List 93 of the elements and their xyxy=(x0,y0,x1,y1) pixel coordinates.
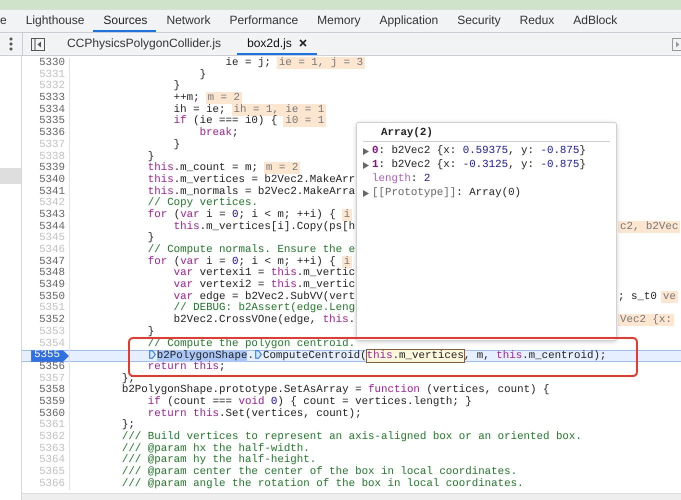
code-text: ih = ie; xyxy=(174,104,226,116)
hovered-expression[interactable]: this.m_vertices xyxy=(366,350,464,362)
code-text: ; s_t0 xyxy=(618,290,657,303)
line-number[interactable]: 5359 xyxy=(39,396,69,409)
property-entry[interactable]: [[Prototype]]: Array(0) xyxy=(372,187,522,199)
code-text: b2PolygonShape.prototype.SetAsArray = function (vertices, count) { xyxy=(122,384,550,396)
step-marker-icon[interactable] xyxy=(148,350,156,360)
inline-value: ve xyxy=(660,290,678,303)
code-text: } xyxy=(174,80,180,92)
line-number[interactable]: 5347 xyxy=(39,256,69,268)
code-text: var vertexi2 = this.m_vertic xyxy=(174,279,356,292)
inline-value: m = 2 xyxy=(264,162,300,174)
code-text: } xyxy=(148,326,154,338)
more-icon[interactable] xyxy=(9,37,13,51)
line-number[interactable]: 5335 xyxy=(39,116,69,128)
line-number[interactable]: 5339 xyxy=(39,163,69,175)
code-text: ie = j; xyxy=(226,57,271,69)
code-text: // Compute normals. Ensure the e xyxy=(148,244,356,256)
line-number[interactable]: 5349 xyxy=(39,280,69,292)
code-text: if (ie === i0) { xyxy=(174,115,278,128)
code-text: /// @param hy the half-height. xyxy=(122,454,316,466)
code-text: this.m_normals = b2Vec2.MakeArra xyxy=(148,186,356,198)
code-text: // Copy vertices. xyxy=(148,197,258,210)
code-text: } xyxy=(200,68,206,81)
code-text: this.m_vertices[i].Copy(ps[h xyxy=(174,220,356,233)
code-text: this.m_vertices = b2Vec2.MakeArr xyxy=(148,174,356,186)
line-number[interactable]: 5333 xyxy=(39,93,69,105)
code-text: /// @param hx the half-width. xyxy=(122,442,310,455)
tooltip-title: Array(2) xyxy=(363,127,610,142)
line-number[interactable]: 5334 xyxy=(39,104,69,116)
inline-value: m = 2 xyxy=(206,92,242,104)
panel-tab[interactable]: e xyxy=(0,10,16,32)
code-text: ++m; xyxy=(174,92,200,104)
property-entry[interactable]: 0: b2Vec2 {x: 0.59375, y: -0.875} xyxy=(372,145,586,157)
paused-expression: b2PolygonShape xyxy=(156,350,248,362)
code-text: ComputeCentroid( xyxy=(262,350,367,362)
inline-value: Vec2 {x: xyxy=(618,314,674,326)
file-tab[interactable]: CCPhysicsPolygonCollider.js xyxy=(57,33,232,55)
code-text: } xyxy=(174,138,180,151)
panel-tab[interactable]: AdBlock xyxy=(563,10,626,32)
code-text: , m, this.m_centroid); xyxy=(464,350,606,362)
panel-tab[interactable]: Memory xyxy=(307,10,370,32)
code-text: break; xyxy=(200,127,238,140)
code-text: this.m_count = m; xyxy=(148,162,258,174)
code-text: /// Build vertices to represent an axis-aligned box or an oriented box. xyxy=(122,431,582,443)
line-number[interactable]: 5358 xyxy=(39,385,69,397)
inline-value: c2, b2Vec xyxy=(618,220,680,233)
horizontal-scrollbar[interactable] xyxy=(22,493,681,500)
code-text: /// @param center the center of the box in local coordinates. xyxy=(122,466,518,478)
inline-value: ih = 1, ie = 1 xyxy=(232,104,326,116)
close-icon[interactable] xyxy=(298,39,307,47)
property-entry[interactable]: 1: b2Vec2 {x: -0.3125, y: -0.875} xyxy=(372,159,586,171)
code-text: }; xyxy=(122,419,135,432)
panel-tab[interactable]: Lighthouse xyxy=(16,10,94,32)
code-text: b2Vec2.CrossVOne(edge, this. xyxy=(174,314,356,326)
line-number[interactable]: 5336 xyxy=(39,128,69,140)
expand-arrow-icon[interactable] xyxy=(363,190,369,196)
code-text: var vertexi1 = this.m_vertic xyxy=(174,267,356,280)
sidebar-toggle-icon[interactable] xyxy=(31,38,45,51)
inline-value: ie = 1, j = 3 xyxy=(276,57,366,69)
inline-value: i0 = 1 xyxy=(283,115,326,128)
line-number[interactable]: 5356 xyxy=(39,362,69,374)
line-number[interactable]: 5330 xyxy=(39,58,69,70)
code-text: return this.Set(vertices, count); xyxy=(148,408,362,420)
property-entry[interactable]: length: 2 xyxy=(372,173,430,185)
code-text: if (count === void 0) { count = vertices.length; } xyxy=(148,396,472,408)
code-text: // DEBUG: b2Assert(edge.Leng xyxy=(174,302,356,314)
code-text: /// @param angle the rotation of the box in local coordinates. xyxy=(122,478,524,490)
code-text: } xyxy=(148,232,154,244)
panel-tab[interactable]: Network xyxy=(156,10,220,32)
file-tab[interactable]: box2d.js xyxy=(237,33,317,55)
line-number[interactable]: 5343 xyxy=(39,210,69,222)
code-text: for (var i = 0; i < m; ++i) { xyxy=(148,256,336,268)
line-number[interactable]: 5350 xyxy=(39,292,69,304)
line-number[interactable]: 5352 xyxy=(39,315,69,327)
panel-tab[interactable]: Application xyxy=(370,10,448,32)
line-number[interactable]: 5360 xyxy=(39,408,69,420)
code-text: } xyxy=(148,150,154,162)
panel-tab[interactable]: Redux xyxy=(510,10,564,32)
line-number[interactable]: 5340 xyxy=(39,174,69,187)
code-text: . xyxy=(247,350,254,362)
step-marker-icon[interactable] xyxy=(254,350,262,360)
panel-tab[interactable]: Security xyxy=(447,10,510,32)
panel-tab[interactable]: Performance xyxy=(219,10,308,32)
code-text: return this; xyxy=(148,360,226,373)
code-text: var edge = b2Vec2.SubVV(vert xyxy=(174,290,356,303)
line-number[interactable]: 5355 xyxy=(31,350,69,362)
inline-value: i xyxy=(342,208,352,221)
line-number[interactable]: 5341 xyxy=(39,186,69,198)
inline-value: i xyxy=(342,256,352,268)
line-number[interactable]: 5348 xyxy=(39,268,69,280)
code-text: for (var i = 0; i < m; ++i) { xyxy=(148,208,336,221)
line-number[interactable]: 5344 xyxy=(39,222,69,234)
